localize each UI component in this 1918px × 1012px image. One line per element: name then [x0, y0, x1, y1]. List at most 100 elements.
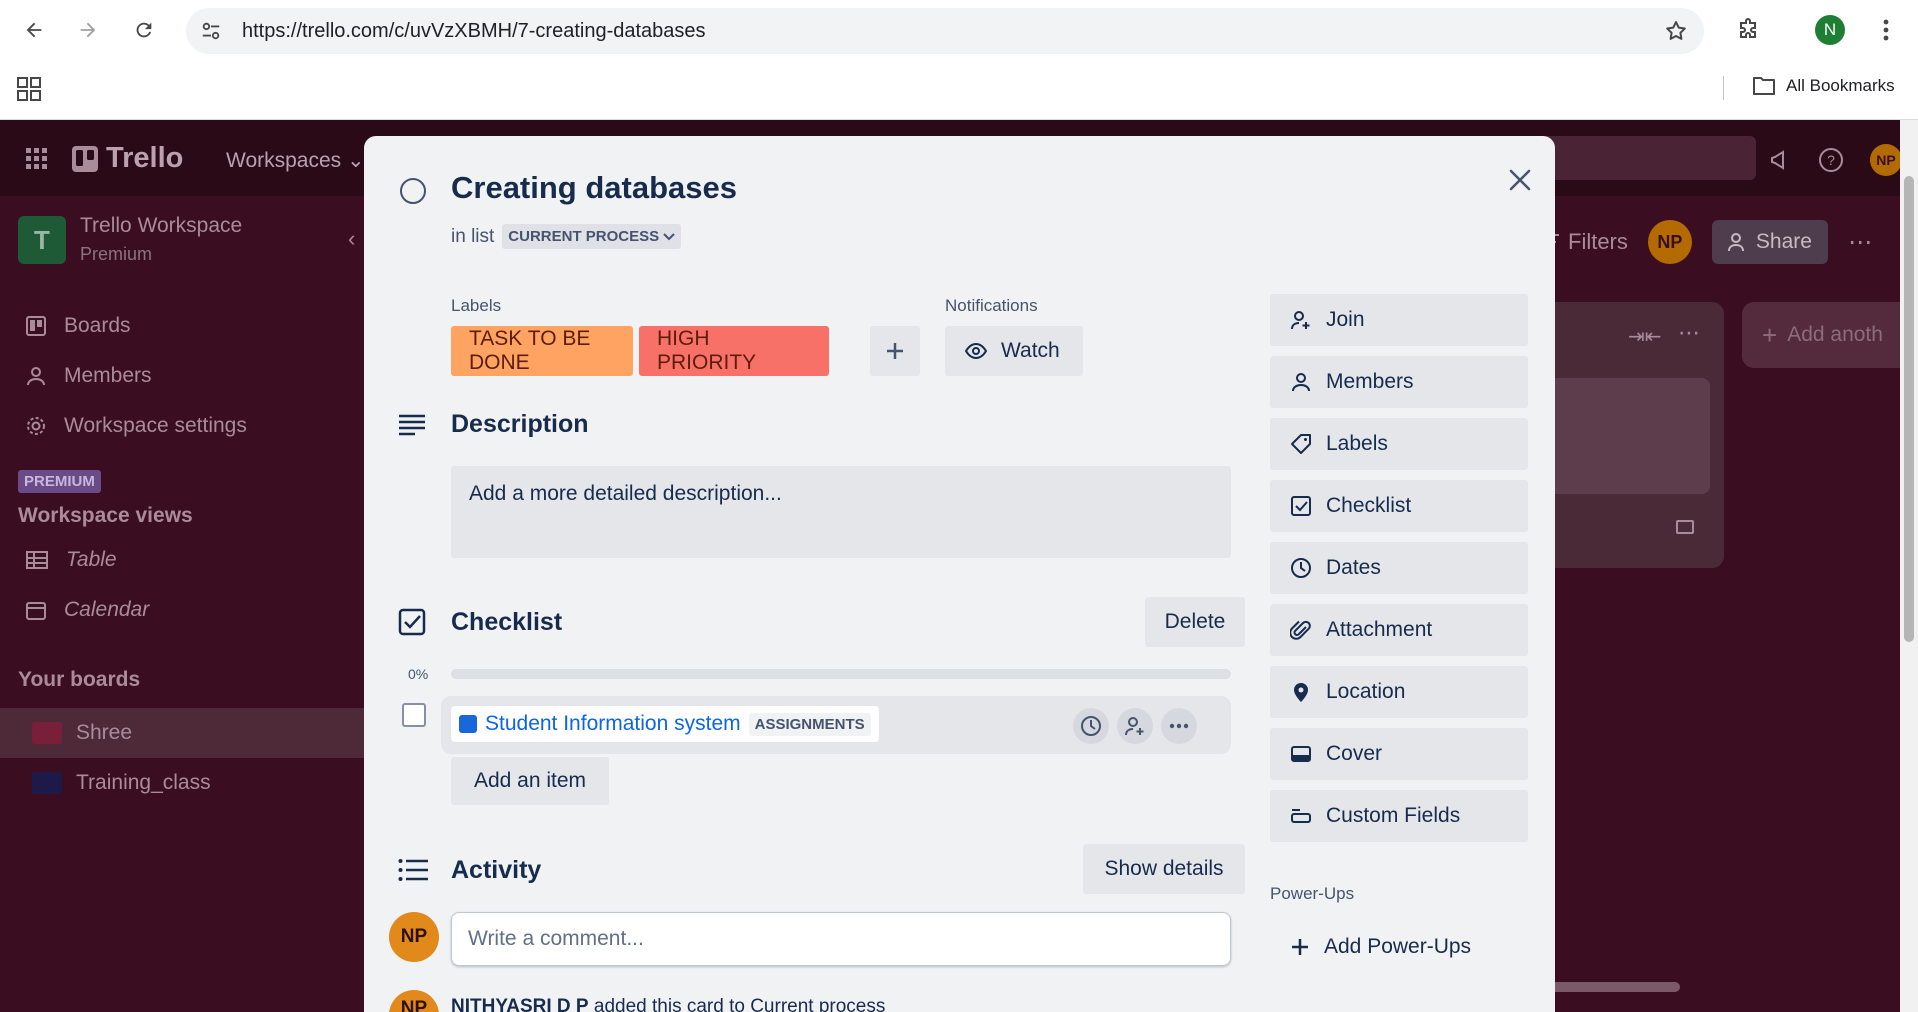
sidebar-item-members[interactable]: Members [26, 364, 152, 388]
address-bar[interactable]: https://trello.com/c/uvVzXBMH/7-creating… [186, 8, 1704, 54]
comment-avatar[interactable]: NP [389, 912, 439, 962]
sidebar-board-shree[interactable]: Shree [0, 708, 364, 758]
profile-avatar[interactable]: N [1815, 15, 1845, 45]
location-pin-icon [1294, 683, 1308, 702]
reload-button[interactable] [124, 10, 164, 50]
item-assign-button[interactable] [1117, 708, 1153, 744]
checklist-item-badge: ASSIGNMENTS [748, 712, 871, 736]
add-powerups-label: Add Power-Ups [1324, 935, 1472, 958]
cover-icon [1291, 746, 1311, 762]
sidebar-item-calendar[interactable]: Calendar [26, 598, 149, 622]
scrollbar-thumb[interactable] [1904, 176, 1914, 642]
label-task-to-be-done[interactable]: TASK TO BE DONE [451, 326, 633, 376]
person-plus-icon [1727, 233, 1744, 252]
url-text[interactable]: https://trello.com/c/uvVzXBMH/7-creating… [242, 20, 706, 43]
card-template-icon[interactable] [1676, 520, 1694, 534]
close-modal-button[interactable] [1500, 160, 1540, 200]
add-label-button[interactable] [870, 326, 920, 376]
activity-user[interactable]: NITHYASRI D P [451, 996, 589, 1012]
checklist-progress-bar [451, 669, 1231, 679]
sidebar-item-label: Boards [64, 314, 131, 337]
description-input[interactable]: Add a more detailed description... [451, 466, 1231, 558]
custom-fields-button[interactable]: Custom Fields [1270, 790, 1528, 842]
join-button[interactable]: Join [1270, 294, 1528, 346]
vertical-scrollbar[interactable] [1900, 120, 1918, 1012]
checklist-item-checkbox[interactable] [402, 703, 426, 727]
checklist-item[interactable]: Student Information system ASSIGNMENTS [441, 696, 1231, 754]
dates-button[interactable]: Dates [1270, 542, 1528, 594]
board-name: Shree [76, 721, 133, 744]
sidebar-item-table[interactable]: Table [26, 548, 117, 572]
share-button[interactable]: Share [1711, 220, 1828, 264]
trello-logo[interactable]: Trello [72, 142, 183, 175]
add-checklist-item-button[interactable]: Add an item [451, 757, 609, 805]
apps-grid-icon[interactable] [16, 76, 42, 102]
item-more-button[interactable] [1161, 708, 1197, 744]
user-avatar[interactable]: NP [1870, 144, 1902, 176]
add-powerups-button[interactable]: Add Power-Ups [1270, 922, 1528, 972]
card-title[interactable]: Creating databases [451, 170, 737, 206]
help-icon[interactable]: ? [1818, 147, 1844, 173]
cover-button[interactable]: Cover [1270, 728, 1528, 780]
back-button[interactable] [14, 10, 54, 50]
checklist-item-title[interactable]: Student Information system [485, 712, 741, 736]
arrow-left-icon [26, 22, 42, 38]
forward-button[interactable] [68, 10, 108, 50]
sidebar-item-workspace-settings[interactable]: Workspace settings [26, 414, 247, 438]
sidebar-item-boards[interactable]: Boards [26, 314, 131, 338]
list-name-dropdown[interactable]: CURRENT PROCESS [502, 224, 682, 249]
app-switcher-icon[interactable] [26, 148, 48, 170]
bookmarks-divider [1723, 76, 1724, 100]
extensions-button[interactable] [1728, 10, 1768, 50]
checklist-button[interactable]: Checklist [1270, 480, 1528, 532]
collapse-list-icon[interactable]: ⇥⇤ [1628, 324, 1662, 349]
collapse-sidebar-icon[interactable]: ‹ [348, 226, 355, 252]
your-boards-heading: Your boards [18, 668, 141, 691]
sidebar-board-training-class[interactable]: Training_class [0, 758, 364, 808]
watch-button[interactable]: Watch [945, 326, 1083, 376]
item-due-date-button[interactable] [1073, 708, 1109, 744]
share-label: Share [1755, 230, 1812, 253]
location-button[interactable]: Location [1270, 666, 1528, 718]
browser-menu-button[interactable] [1868, 12, 1904, 48]
trello-logo-icon [72, 145, 98, 172]
folder-icon [1753, 77, 1775, 95]
checklist-label: Checklist [1326, 494, 1412, 517]
gear-icon [27, 417, 45, 435]
description-icon [398, 414, 426, 436]
list-more-icon[interactable]: ⋯ [1678, 320, 1700, 346]
bookmark-star-icon[interactable] [1664, 19, 1688, 43]
person-icon [27, 367, 45, 386]
person-icon [1292, 373, 1310, 392]
label-high-priority[interactable]: HIGH PRIORITY [639, 326, 829, 376]
person-plus-icon [1125, 717, 1144, 736]
members-button[interactable]: Members [1270, 356, 1528, 408]
checklist-item-link[interactable]: Student Information system ASSIGNMENTS [451, 706, 879, 742]
horizontal-scrollbar[interactable] [1540, 982, 1680, 992]
board-more-icon[interactable]: ⋯ [1848, 228, 1872, 257]
dates-label: Dates [1326, 556, 1381, 579]
custom-fields-label: Custom Fields [1326, 804, 1461, 827]
sidebar-item-label: Table [66, 548, 117, 571]
site-settings-icon[interactable] [200, 20, 222, 42]
board-member-avatar[interactable]: NP [1647, 220, 1692, 264]
all-bookmarks-button[interactable]: All Bookmarks [1752, 76, 1895, 96]
add-list-label: Add anoth [1787, 323, 1883, 346]
description-heading: Description [451, 410, 589, 438]
attachment-button[interactable]: Attachment [1270, 604, 1528, 656]
board-card[interactable] [1540, 378, 1710, 494]
workspace-name[interactable]: Trello Workspace [80, 214, 242, 238]
activity-avatar[interactable]: NP [389, 990, 439, 1012]
card-complete-toggle[interactable] [400, 178, 426, 204]
megaphone-icon[interactable] [1768, 148, 1792, 172]
workspace-avatar[interactable]: T [18, 216, 66, 264]
plus-icon [1292, 939, 1308, 955]
calendar-icon [26, 602, 46, 620]
show-details-button[interactable]: Show details [1083, 844, 1245, 894]
comment-input[interactable]: Write a comment... [451, 912, 1231, 966]
labels-button[interactable]: Labels [1270, 418, 1528, 470]
add-another-list-button[interactable]: + Add anoth [1742, 302, 1918, 368]
delete-checklist-button[interactable]: Delete [1145, 597, 1245, 647]
workspaces-menu[interactable]: Workspaces ⌄ [226, 148, 365, 173]
checklist-heading[interactable]: Checklist [451, 608, 562, 637]
